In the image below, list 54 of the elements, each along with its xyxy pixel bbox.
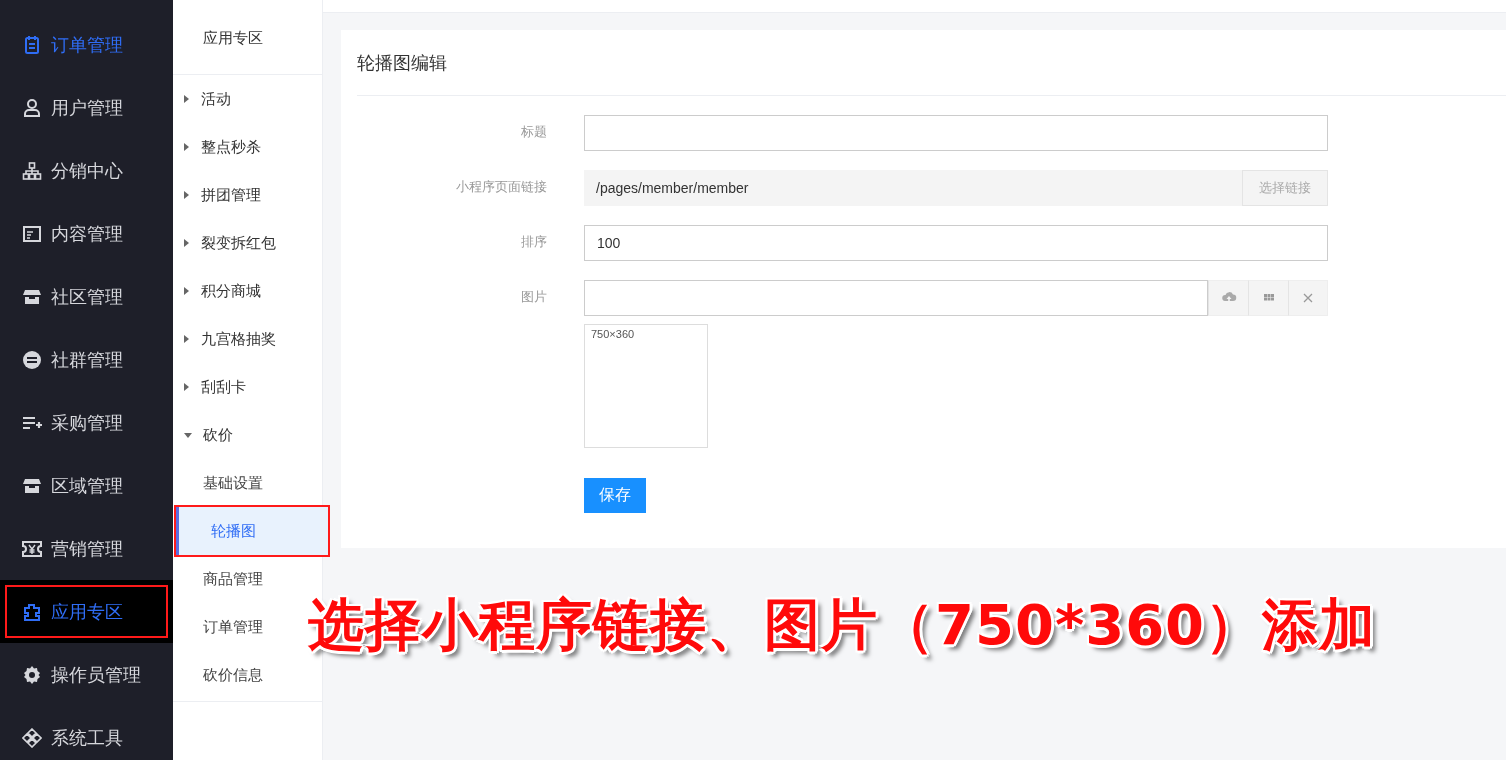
caret-right-icon — [184, 383, 189, 391]
sidebar-item[interactable]: 采购管理 — [0, 391, 173, 454]
close-button[interactable] — [1288, 280, 1328, 316]
caret-right-icon — [184, 143, 189, 151]
caret-right-icon — [184, 239, 189, 247]
field-label: 小程序页面链接 — [455, 178, 547, 196]
user-icon — [22, 97, 42, 118]
subnav-item[interactable]: 九宫格抽奖 — [173, 315, 322, 363]
subnav-title: 应用专区 — [173, 0, 322, 75]
sidebar-item[interactable]: 系统工具 — [0, 706, 173, 760]
card-icon — [22, 223, 42, 244]
puzzle-icon — [22, 601, 42, 622]
subnav-item[interactable]: 裂变拆红包 — [173, 219, 322, 267]
field-label: 标题 — [520, 123, 547, 141]
caret-right-icon — [184, 335, 189, 343]
caret-right-icon — [184, 287, 189, 295]
sidebar-item[interactable]: 社群管理 — [0, 328, 173, 391]
input-field[interactable]: 100 — [584, 225, 1328, 261]
subnav-item[interactable]: 砍价 — [173, 411, 322, 459]
input-field[interactable] — [584, 280, 1208, 316]
caret-right-icon — [184, 191, 189, 199]
caret-right-icon — [184, 95, 189, 103]
caret-down-icon — [184, 432, 192, 438]
calendar-icon — [22, 34, 42, 55]
subnav-item[interactable]: 拼团管理 — [173, 171, 322, 219]
image-size-hint: 750×360 — [591, 328, 635, 340]
subnav-item[interactable]: 整点秒杀 — [173, 123, 322, 171]
subnav-item[interactable]: 活动 — [173, 75, 322, 123]
upload-button[interactable] — [1208, 280, 1248, 316]
org-chart-icon — [22, 160, 42, 181]
diamond-grid-icon — [22, 727, 42, 748]
subnav-item[interactable]: 积分商城 — [173, 267, 322, 315]
gear-icon — [22, 664, 42, 685]
subnav-item[interactable]: 刮刮卡 — [173, 363, 322, 411]
form-title: 轮播图编辑 — [357, 30, 1506, 96]
sidebar-item[interactable]: 应用专区 — [0, 580, 173, 643]
grid-button[interactable] — [1248, 280, 1288, 316]
field-label: 图片 — [520, 288, 547, 306]
sidebar-item[interactable]: 分销中心 — [0, 139, 173, 202]
sidebar-item[interactable]: 营销管理 — [0, 517, 173, 580]
minus-circle-icon — [22, 349, 42, 370]
sidebar-item[interactable]: 社区管理 — [0, 265, 173, 328]
ticket-icon — [22, 538, 42, 559]
subnav-item[interactable]: 轮播图 — [176, 507, 328, 555]
input-field[interactable] — [584, 115, 1328, 151]
sidebar-item[interactable]: 订单管理 — [0, 13, 173, 76]
link-field[interactable]: /pages/member/member 选择链接 — [584, 170, 1328, 206]
sidebar-item[interactable]: 用户管理 — [0, 76, 173, 139]
field-label: 排序 — [520, 233, 547, 251]
sidebar-item[interactable]: 操作员管理 — [0, 643, 173, 706]
sidebar-item[interactable]: 区域管理 — [0, 454, 173, 517]
sidebar-item[interactable]: 内容管理 — [0, 202, 173, 265]
link-value: /pages/member/member — [595, 179, 750, 198]
subnav-item[interactable]: 基础设置 — [173, 459, 322, 507]
